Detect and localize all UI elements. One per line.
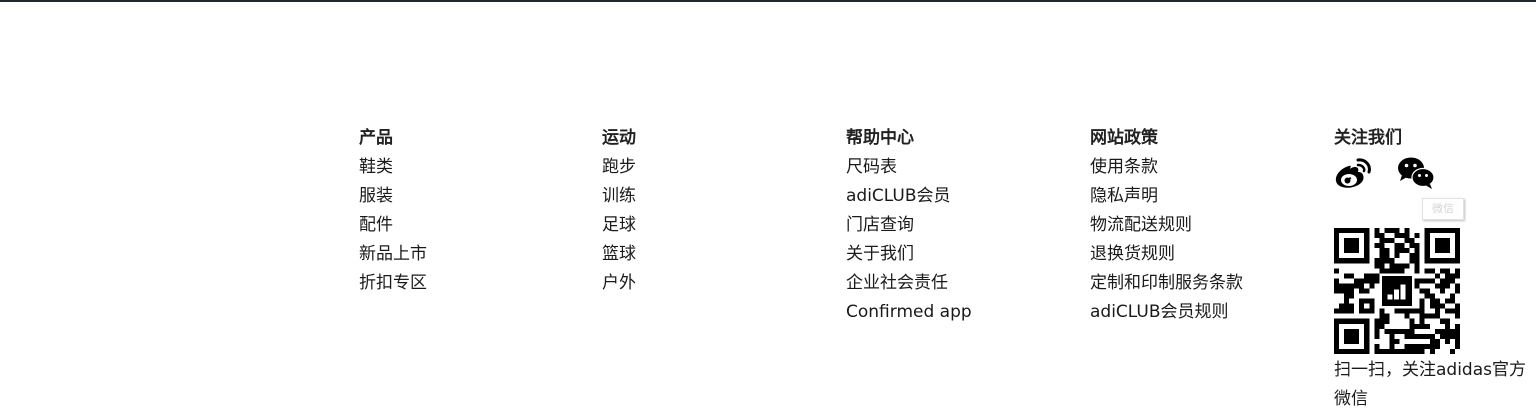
wechat-tooltip: 微信	[1422, 198, 1464, 220]
footer-link[interactable]: 训练	[602, 185, 636, 214]
footer-link[interactable]: 鞋类	[359, 156, 427, 185]
footer-link[interactable]: 折扣专区	[359, 272, 427, 301]
column-title: 产品	[359, 128, 393, 148]
qr-caption: 扫一扫，关注adidas官方微信	[1334, 360, 1526, 409]
footer-column-sports: 运动 跑步 训练 足球 篮球 户外	[602, 127, 636, 301]
column-title: 网站政策	[1090, 128, 1158, 148]
weibo-icon[interactable]	[1334, 156, 1372, 190]
footer-link[interactable]: adiCLUB会员	[846, 185, 972, 214]
column-title: 关注我们	[1334, 128, 1402, 148]
footer-column-products: 产品 鞋类 服装 配件 新品上市 折扣专区	[359, 127, 427, 301]
footer-link[interactable]: 跑步	[602, 156, 636, 185]
footer-link[interactable]: Confirmed app	[846, 301, 972, 330]
footer-link[interactable]: 隐私声明	[1090, 185, 1243, 214]
wechat-qr-code	[1334, 228, 1460, 354]
footer-link[interactable]: 物流配送规则	[1090, 214, 1243, 243]
footer-link[interactable]: 关于我们	[846, 243, 972, 272]
footer-link[interactable]: 新品上市	[359, 243, 427, 272]
footer-link[interactable]: 配件	[359, 214, 427, 243]
site-footer: 产品 鞋类 服装 配件 新品上市 折扣专区 运动 跑步 训练 足球 篮球 户外 …	[0, 0, 1536, 412]
footer-link[interactable]: 篮球	[602, 243, 636, 272]
footer-column-help: 帮助中心 尺码表 adiCLUB会员 门店查询 关于我们 企业社会责任 Conf…	[846, 127, 972, 330]
footer-link[interactable]: 门店查询	[846, 214, 972, 243]
footer-link[interactable]: adiCLUB会员规则	[1090, 301, 1243, 330]
footer-link[interactable]: 定制和印制服务条款	[1090, 272, 1243, 301]
social-icons-row: 微信	[1334, 156, 1534, 220]
footer-link[interactable]: 足球	[602, 214, 636, 243]
footer-column-follow-us: 关注我们 微信 扫一扫，关注adidas官方微信	[1334, 127, 1534, 409]
column-title: 运动	[602, 128, 636, 148]
wechat-icon[interactable]	[1397, 156, 1435, 190]
column-title: 帮助中心	[846, 128, 914, 148]
footer-link[interactable]: 户外	[602, 272, 636, 301]
footer-column-policy: 网站政策 使用条款 隐私声明 物流配送规则 退换货规则 定制和印制服务条款 ad…	[1090, 127, 1243, 330]
footer-link[interactable]: 企业社会责任	[846, 272, 972, 301]
footer-link[interactable]: 服装	[359, 185, 427, 214]
footer-link[interactable]: 使用条款	[1090, 156, 1243, 185]
footer-link[interactable]: 尺码表	[846, 156, 972, 185]
footer-link[interactable]: 退换货规则	[1090, 243, 1243, 272]
